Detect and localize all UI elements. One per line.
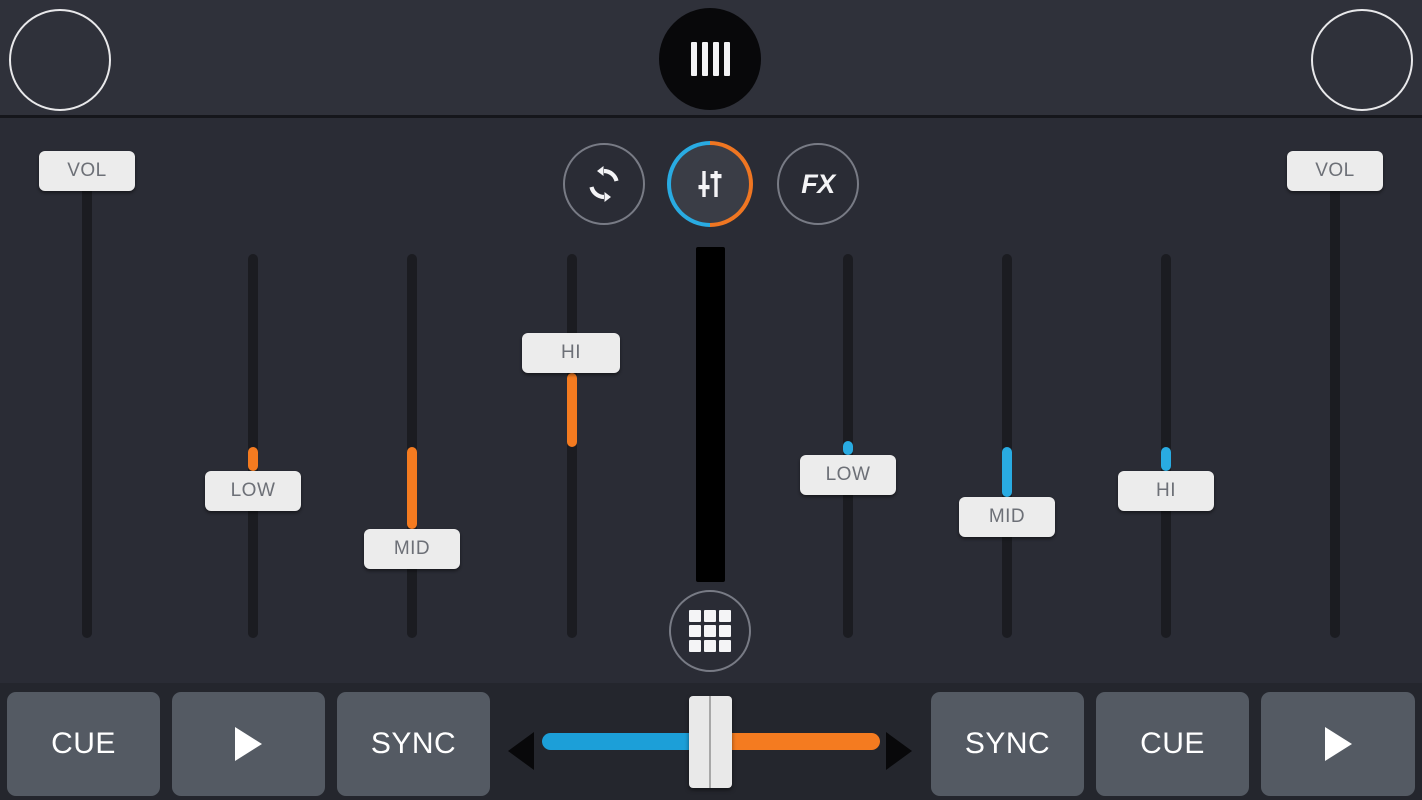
crossfader-handle[interactable] bbox=[689, 696, 732, 788]
play-button-deck-a[interactable] bbox=[172, 692, 325, 796]
slider-handle-hi-a[interactable]: HI bbox=[522, 333, 620, 373]
slider-handle-hi-b[interactable]: HI bbox=[1118, 471, 1214, 511]
fx-label: FX bbox=[801, 168, 835, 199]
play-icon bbox=[1324, 727, 1352, 761]
crossfader-zone[interactable] bbox=[500, 683, 922, 800]
top-bar bbox=[0, 0, 1422, 118]
slider-fill bbox=[407, 447, 417, 529]
dj-mixer-app: FX VOL LOW MID HI LOW MID HI VOL CUE SYN… bbox=[0, 0, 1422, 800]
track-waveform-bar[interactable] bbox=[696, 247, 725, 582]
pads-grid-button[interactable] bbox=[669, 590, 751, 672]
crossfader-fill-left bbox=[542, 733, 711, 750]
crossfader-fill-right bbox=[711, 733, 880, 750]
library-bars-icon bbox=[690, 42, 697, 76]
fx-mode-button[interactable]: FX bbox=[777, 143, 859, 225]
loop-icon bbox=[589, 166, 619, 202]
eq-mode-button[interactable] bbox=[671, 145, 749, 223]
cue-button-deck-b[interactable]: CUE bbox=[1096, 692, 1249, 796]
slider-fill bbox=[567, 373, 577, 447]
library-bars-icon bbox=[701, 42, 708, 76]
loop-mode-button[interactable] bbox=[563, 143, 645, 225]
triangle-left-icon[interactable] bbox=[508, 732, 534, 770]
triangle-right-icon[interactable] bbox=[886, 732, 912, 770]
cue-button-deck-a[interactable]: CUE bbox=[7, 692, 160, 796]
slider-fill bbox=[1002, 447, 1012, 497]
browse-library-button[interactable] bbox=[659, 8, 761, 110]
slider-handle-low-b[interactable]: LOW bbox=[800, 455, 896, 495]
slider-track[interactable] bbox=[1161, 254, 1171, 638]
slider-fill bbox=[248, 447, 258, 471]
slider-fill bbox=[843, 441, 853, 455]
jog-wheel-deck-a[interactable] bbox=[9, 9, 111, 111]
play-icon bbox=[235, 727, 262, 761]
slider-track[interactable] bbox=[1330, 186, 1340, 638]
slider-track[interactable] bbox=[82, 186, 92, 638]
mixer-panel: FX VOL LOW MID HI LOW MID HI VOL bbox=[0, 121, 1422, 683]
grid-3x3-icon bbox=[689, 610, 731, 652]
slider-fill bbox=[1161, 447, 1171, 471]
slider-track[interactable] bbox=[1002, 254, 1012, 638]
library-bars-icon bbox=[712, 42, 719, 76]
slider-handle-mid-a[interactable]: MID bbox=[364, 529, 460, 569]
slider-track[interactable] bbox=[407, 254, 417, 638]
slider-handle-vol-a[interactable]: VOL bbox=[39, 151, 135, 191]
eq-sliders-icon bbox=[698, 171, 722, 197]
sync-button-deck-a[interactable]: SYNC bbox=[337, 692, 490, 796]
slider-handle-vol-b[interactable]: VOL bbox=[1287, 151, 1383, 191]
jog-wheel-deck-b[interactable] bbox=[1311, 9, 1413, 111]
transport-bar: CUE SYNC SYNC CUE bbox=[0, 683, 1422, 800]
library-bars-icon bbox=[723, 42, 730, 76]
slider-handle-mid-b[interactable]: MID bbox=[959, 497, 1055, 537]
slider-handle-low-a[interactable]: LOW bbox=[205, 471, 301, 511]
slider-track[interactable] bbox=[248, 254, 258, 638]
play-button-deck-b[interactable] bbox=[1261, 692, 1415, 796]
sync-button-deck-b[interactable]: SYNC bbox=[931, 692, 1084, 796]
